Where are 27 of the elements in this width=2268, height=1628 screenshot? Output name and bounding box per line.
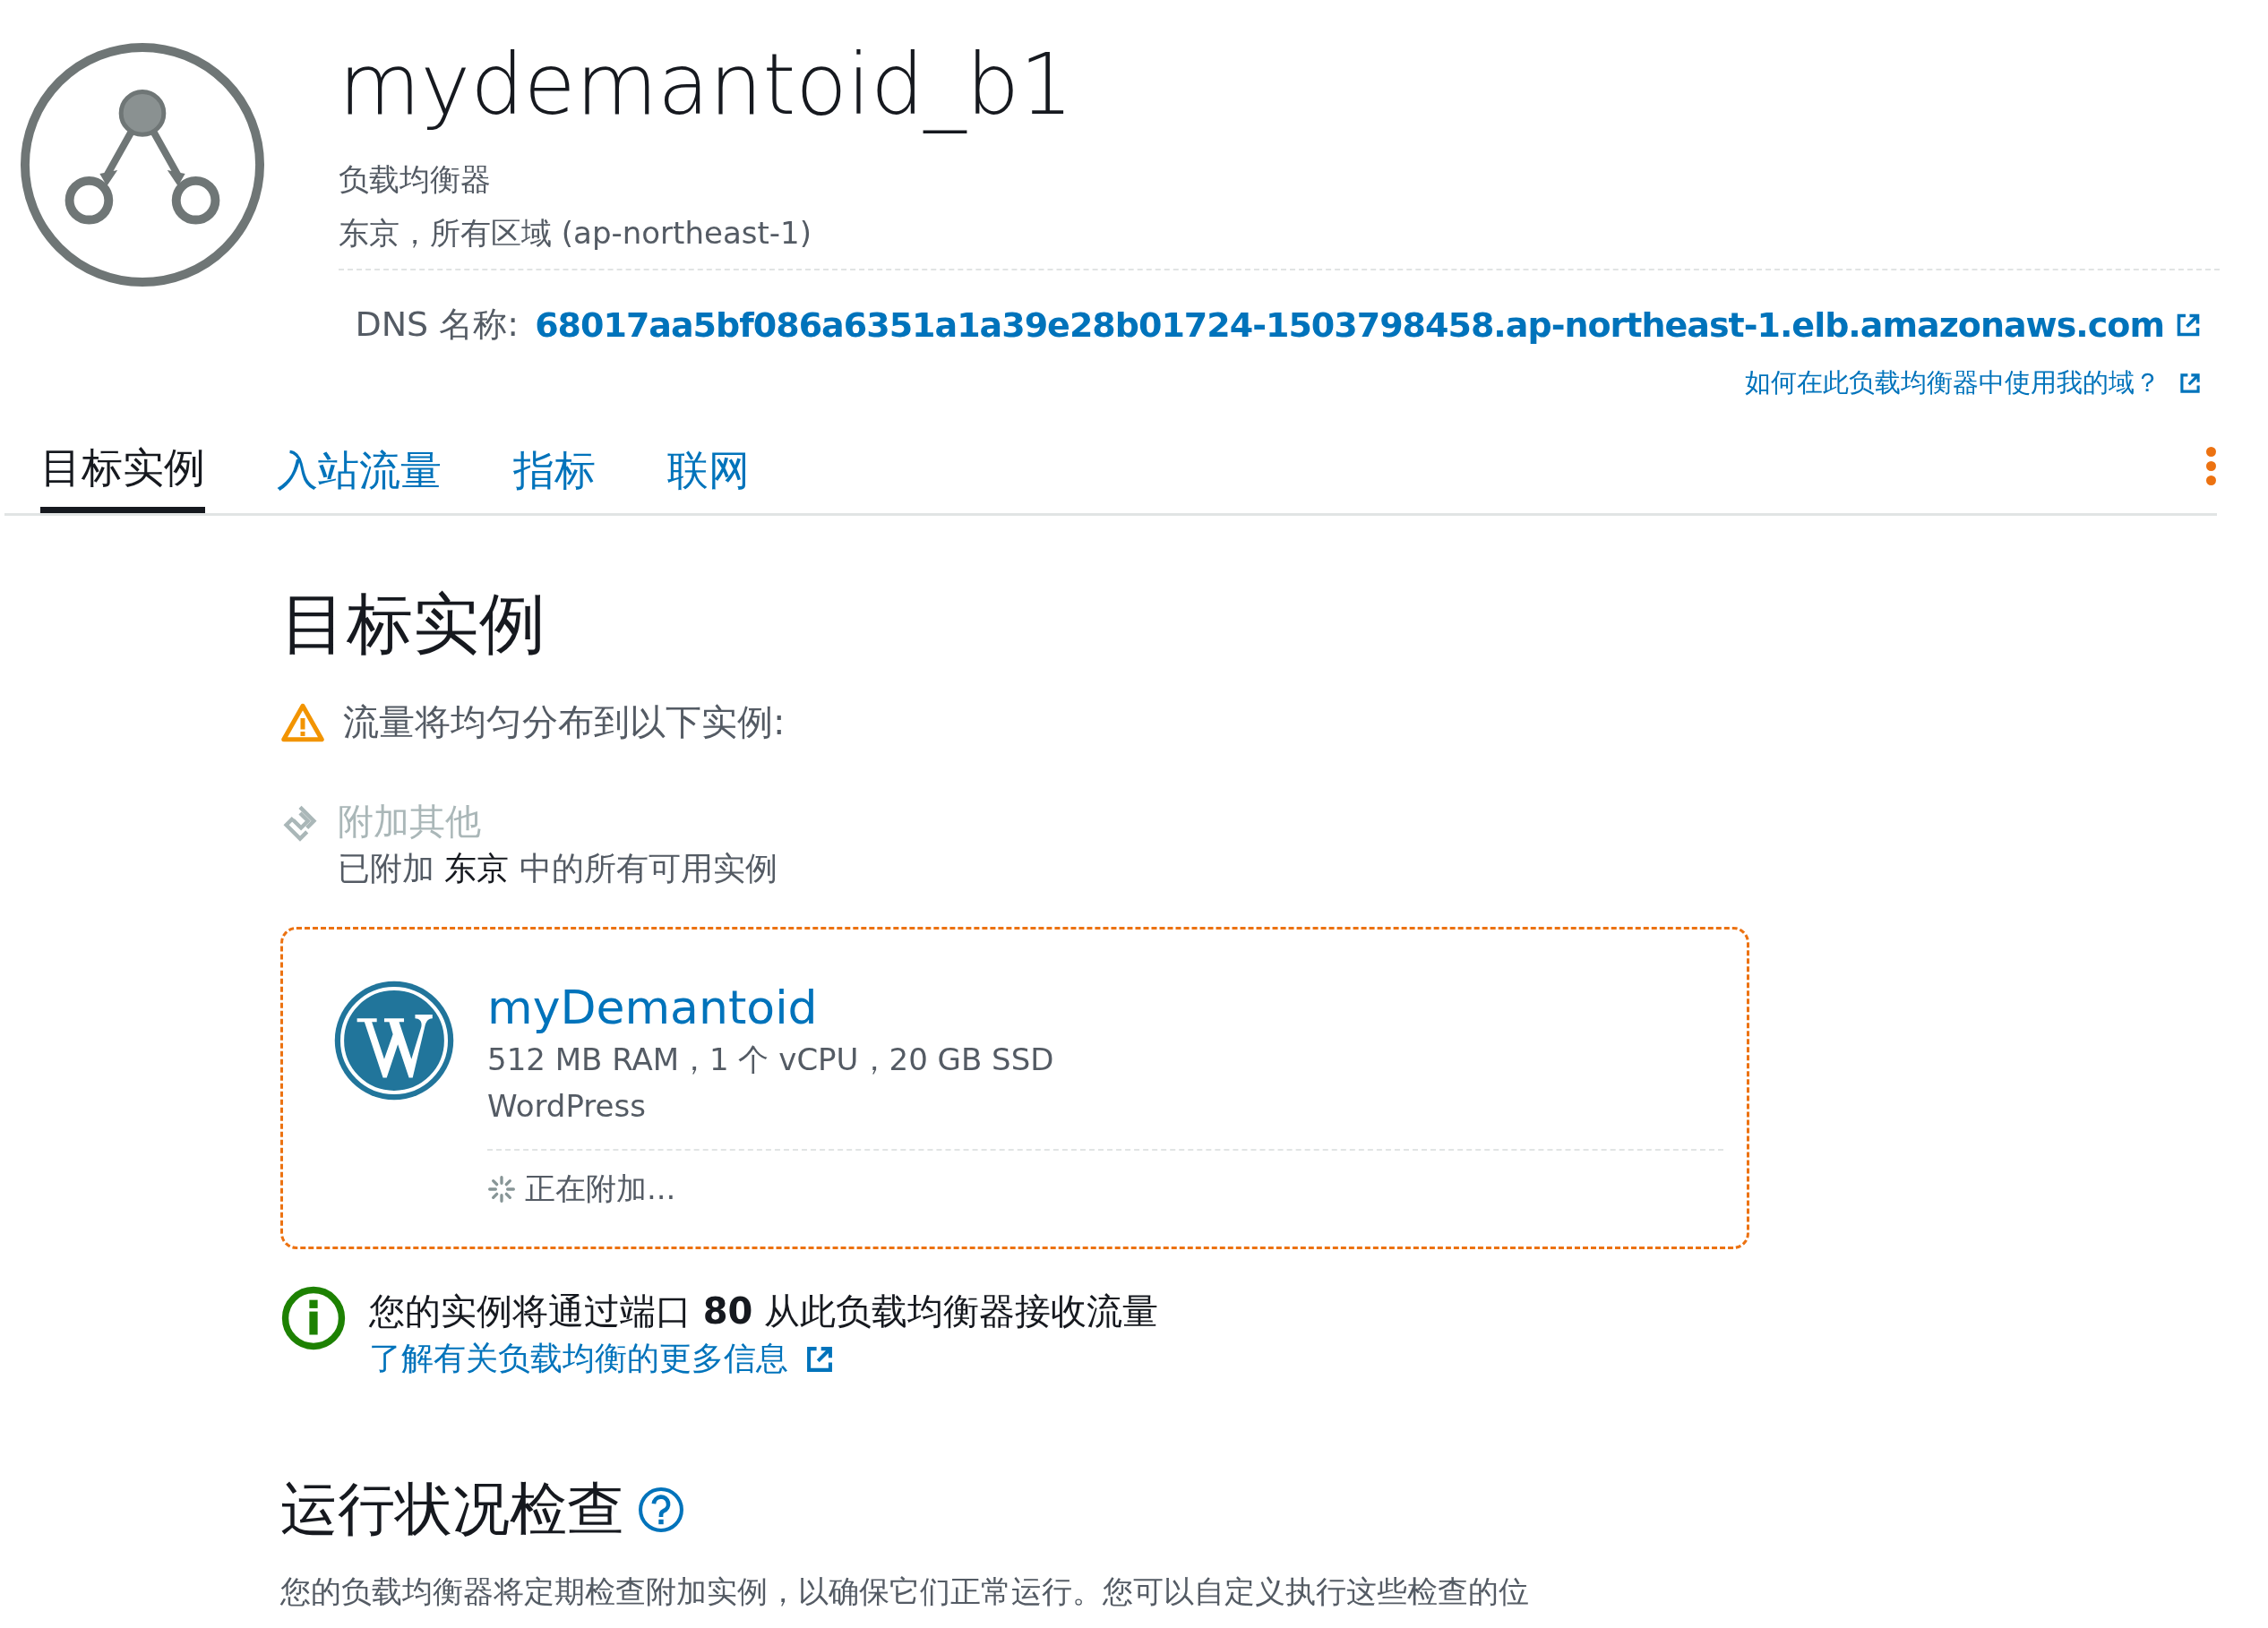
instance-name-link[interactable]: myDemantoid [487, 979, 1723, 1036]
section-heading: 目标实例 [280, 584, 546, 664]
learn-more-link[interactable]: 了解有关负载均衡的更多信息 [369, 1337, 835, 1381]
tab[interactable]: 入站流量 [241, 443, 477, 516]
external-link-icon [2178, 372, 2202, 395]
region-text: 东京，所有区域 (ap-northeast-1) [339, 214, 812, 253]
tab[interactable]: 联网 [631, 443, 786, 516]
resource-type: 负载均衡器 [339, 160, 492, 199]
instance-specs: 512 MB RAM，1 个 vCPU，20 GB SSD [487, 1041, 1055, 1079]
loading-spinner-icon [487, 1175, 516, 1204]
info-icon [280, 1285, 347, 1351]
help-icon[interactable] [637, 1485, 685, 1534]
load-balancer-icon [18, 40, 267, 289]
section-heading: 运行状况检查 [280, 1475, 624, 1544]
warning-icon [280, 701, 325, 743]
info-message: 您的实例将通过端口 80 从此负载均衡器接收流量 [369, 1290, 1159, 1333]
wordpress-logo-icon [332, 979, 456, 1102]
warning-message: 流量将均匀分布到以下实例: [343, 700, 786, 744]
tab[interactable]: 目标实例 [40, 441, 205, 513]
tab[interactable]: 指标 [477, 443, 631, 516]
dns-link[interactable]: 68017aa5bf086a6351a1a39e28b01724-1503798458.ap-northeast-1.elb.amazonaws.com [535, 304, 2202, 345]
health-description: 您的负载均衡器将定期检查附加实例，以确保它们正常运行。您可以自定义执行这些检查的位 [280, 1572, 1530, 1611]
dns-label: DNS 名称: [355, 304, 520, 346]
attach-note: 已附加 东京 中的所有可用实例 [338, 849, 777, 888]
help-link[interactable]: 如何在此负载均衡器中使用我的域？ [1745, 365, 2202, 401]
instance-blueprint: WordPress [487, 1087, 647, 1126]
status-text: 正在附加... [525, 1170, 676, 1208]
